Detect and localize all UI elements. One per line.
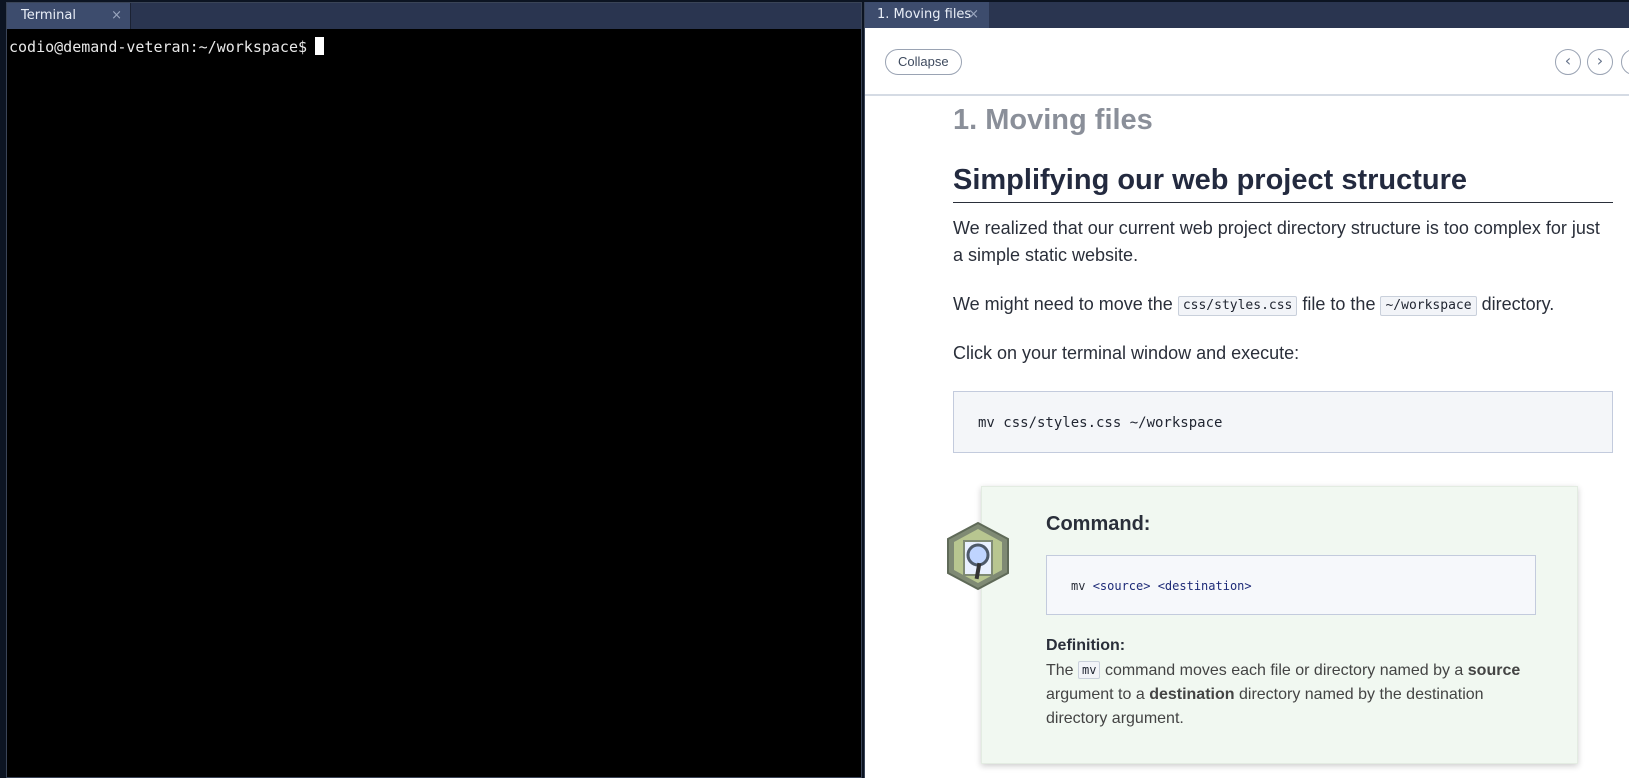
command-code[interactable]: mv <source> <destination>	[1046, 555, 1536, 615]
chevron-left-icon[interactable]: ‹	[1555, 49, 1581, 75]
chevron-right-icon[interactable]: ›	[1587, 49, 1613, 75]
guide-tab-label: 1. Moving files	[877, 7, 972, 22]
guide-content: 1. Moving files Simplifying our web proj…	[953, 98, 1613, 453]
def-part1: command moves each file or directory nam…	[1104, 662, 1464, 679]
para2-text-middle: file to the	[1302, 294, 1376, 314]
para2-text-before: We might need to move the	[953, 294, 1173, 314]
guide-header: Collapse ‹ ›	[865, 28, 1629, 96]
paragraph-3: Click on your terminal window and execut…	[953, 343, 1300, 363]
code-css-path: css/styles.css	[1177, 296, 1298, 316]
terminal-tab-label: Terminal	[21, 8, 76, 23]
definition-text: The mv command moves each file or direct…	[1046, 659, 1546, 731]
para2-text-after: directory.	[1481, 294, 1555, 314]
def-part2: argument to a	[1046, 686, 1145, 703]
def-bold-source: source	[1467, 662, 1521, 679]
more-icon[interactable]	[1621, 49, 1629, 75]
command-title: Command:	[1046, 513, 1151, 535]
page-title: 1. Moving files	[953, 104, 1153, 136]
terminal-pane: Terminal × codio@demand-veteran:~/worksp…	[6, 2, 862, 778]
section-title: Simplifying our web project structure	[953, 162, 1613, 203]
guide-pane: 1. Moving files × Collapse ‹ › 1. Moving…	[864, 2, 1629, 778]
terminal-prompt: codio@demand-veteran:~/workspace$	[9, 38, 308, 56]
terminal-tabbar: Terminal ×	[7, 3, 861, 29]
terminal-tab[interactable]: Terminal ×	[7, 3, 131, 29]
close-icon[interactable]: ×	[968, 2, 979, 28]
command-name: mv	[1071, 579, 1086, 593]
def-prefix: The	[1046, 662, 1074, 679]
command-args: <source> <destination>	[1092, 579, 1252, 593]
magnifier-icon	[938, 519, 1018, 599]
def-code: mv	[1078, 661, 1101, 679]
collapse-button[interactable]: Collapse	[885, 49, 962, 75]
code-block[interactable]: mv css/styles.css ~/workspace	[953, 391, 1613, 453]
code-workspace-path: ~/workspace	[1380, 296, 1477, 316]
guide-tab[interactable]: 1. Moving files ×	[865, 2, 989, 28]
paragraph-2: We might need to move the css/styles.css…	[953, 291, 1613, 318]
command-card: Command: mv <source> <destination> Defin…	[947, 486, 1578, 764]
cursor	[315, 37, 325, 55]
guide-tabbar: 1. Moving files ×	[865, 2, 1629, 28]
terminal-output[interactable]: codio@demand-veteran:~/workspace$	[7, 29, 861, 777]
definition-title: Definition:	[1046, 637, 1126, 654]
def-bold-destination: destination	[1149, 686, 1235, 703]
paragraph-1: We realized that our current web project…	[953, 218, 1600, 265]
close-icon[interactable]: ×	[111, 3, 122, 29]
